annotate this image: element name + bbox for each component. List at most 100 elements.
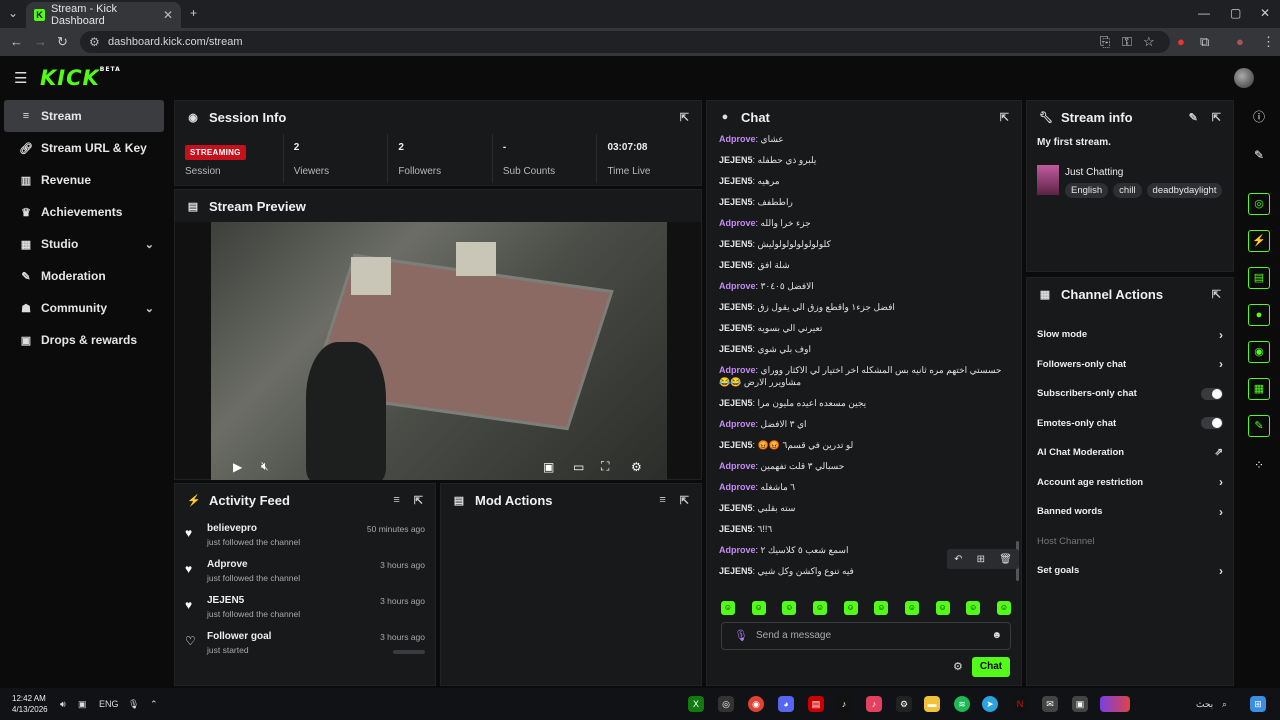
emote-icon[interactable]: ☺ (721, 601, 735, 615)
emote-icon[interactable]: ☺ (966, 601, 981, 615)
chat-input[interactable]: 🎙︎ Send a message ☻ (721, 622, 1011, 650)
session-widget-icon[interactable]: ◎ (1248, 193, 1270, 215)
info-icon[interactable]: ⓘ (1248, 106, 1270, 128)
bookmark-star-icon[interactable]: ☆ (1143, 34, 1155, 50)
chat-username[interactable]: JEJEN5 (719, 524, 753, 534)
site-info-icon[interactable]: ⚙ (89, 31, 100, 53)
ai-chat-moderation-row[interactable]: AI Chat Moderation ⇗ (1027, 438, 1233, 468)
delete-icon[interactable]: 🗑︎ (999, 554, 1012, 565)
chat-message[interactable]: Adprove: حسستي اختهم مره ثانيه بس المشكل… (707, 364, 1023, 388)
sidebar-item-stream[interactable]: ≡ Stream (4, 100, 164, 132)
chat-username[interactable]: JEJEN5 (719, 503, 753, 513)
chat-message[interactable]: Adprove: حسبالي ٣ قلت تفهمين (707, 460, 1023, 472)
chat-widget-icon[interactable]: ● (1248, 304, 1270, 326)
pin-icon[interactable]: ⊞ (977, 554, 985, 565)
password-key-icon[interactable]: ⚿ (1122, 34, 1132, 50)
tiktok-app-icon[interactable]: ♪ (836, 696, 852, 712)
chat-message[interactable]: JEJEN5: افضل جزء١ واقطع وزق الي يقول زق (707, 301, 1023, 313)
browser-menu-icon[interactable]: ⋮ (1262, 34, 1275, 50)
emote-icon[interactable]: ☺ (843, 601, 858, 615)
subscribers-only-toggle[interactable] (1201, 387, 1223, 400)
app-icon[interactable]: ◎ (718, 696, 734, 712)
hamburger-menu-icon[interactable]: ☰ (14, 69, 27, 87)
file-explorer-icon[interactable]: ▬ (924, 696, 940, 712)
edit-pencil-icon[interactable]: ✎ (1189, 111, 1198, 124)
network-icon[interactable]: ▣ (78, 699, 87, 710)
netflix-app-icon[interactable]: N (1012, 696, 1028, 712)
chat-message[interactable]: JEJEN5: تعيرني الي بسويه (707, 322, 1023, 334)
user-avatar[interactable] (1234, 68, 1254, 88)
sidebar-item-studio[interactable]: ▦ Studio ⌄ (4, 228, 164, 260)
tab-list-icon[interactable]: ⌄ (8, 6, 18, 20)
edit-pencil-icon[interactable]: ✎ (1248, 144, 1270, 166)
set-goals-row[interactable]: Set goals › (1027, 556, 1233, 586)
sidebar-item-drops-rewards[interactable]: ▣ Drops & rewards (4, 324, 164, 356)
account-age-row[interactable]: Account age restriction › (1027, 468, 1233, 498)
emote-icon[interactable]: ☺ (751, 601, 766, 615)
app-icon[interactable]: ▤ (808, 696, 824, 712)
chat-message[interactable]: JEJEN5: سته بقلبي (707, 502, 1023, 514)
chat-username[interactable]: JEJEN5 (719, 302, 753, 312)
telegram-app-icon[interactable]: ➤ (982, 696, 998, 712)
chat-username[interactable]: Adprove (719, 545, 756, 555)
chat-message-list[interactable]: Adprove: عشاي JEJEN5: يلبرو ذي حطفله JEJEN… (707, 133, 1023, 593)
mail-app-icon[interactable]: ✉ (1042, 696, 1058, 712)
send-chat-button[interactable]: Chat (972, 657, 1010, 677)
chat-username[interactable]: JEJEN5 (719, 440, 753, 450)
sidebar-item-moderation[interactable]: ✎ Moderation (4, 260, 164, 292)
pip-icon[interactable]: ▣ (543, 460, 554, 474)
chat-settings-gear-icon[interactable]: ⚙ (953, 660, 963, 673)
broadcast-widget-icon[interactable]: ◉ (1248, 341, 1270, 363)
forward-icon[interactable]: → (34, 34, 47, 49)
maximize-icon[interactable]: ▢ (1230, 6, 1241, 20)
fullscreen-icon[interactable]: ⛶ (601, 459, 609, 474)
chat-username[interactable]: JEJEN5 (719, 260, 753, 270)
search-icon[interactable]: ⌕ (1222, 699, 1227, 710)
chat-message[interactable]: JEJEN5: راططفف (707, 196, 1023, 208)
microphone-icon[interactable]: 🎙︎ (734, 623, 748, 649)
chat-message[interactable]: JEJEN5: لو تدرين في قسم٦ 😡😡 (707, 439, 1023, 451)
chat-username[interactable]: JEJEN5 (719, 197, 753, 207)
chat-username[interactable]: Adprove (719, 281, 756, 291)
chat-username[interactable]: JEJEN5 (719, 398, 753, 408)
close-window-icon[interactable]: ✕ (1260, 6, 1270, 20)
profile-icon[interactable]: ● (1236, 34, 1244, 49)
chat-username[interactable]: Adprove (719, 365, 756, 375)
sidebar-item-stream-url-key[interactable]: 🔗︎ Stream URL & Key (4, 132, 164, 164)
reply-icon[interactable]: ↶ (954, 554, 962, 565)
followers-only-row[interactable]: Followers-only chat › (1027, 350, 1233, 380)
clock[interactable]: 12:42 AM 4/13/2026 (12, 693, 48, 715)
discord-app-icon[interactable]: ◕ (778, 696, 794, 712)
chat-message[interactable]: Adprove: اي ٣ الافضل (707, 418, 1023, 430)
chat-message[interactable]: JEJEN5: مرهيه (707, 175, 1023, 187)
app-icon[interactable]: ▣ (1072, 696, 1088, 712)
popout-icon[interactable]: ⇱ (1212, 111, 1221, 124)
filter-icon[interactable]: ≡ (393, 494, 399, 506)
language-indicator[interactable]: ENG (99, 699, 119, 709)
emote-icon[interactable]: ☺ (874, 601, 889, 615)
extension-red-icon[interactable]: ● (1177, 34, 1185, 49)
play-icon[interactable]: ▶ (233, 460, 242, 474)
chat-message[interactable]: Adprove: عشاي (707, 133, 1023, 145)
chat-message[interactable]: JEJEN5: شلة افق (707, 259, 1023, 271)
chat-username[interactable]: Adprove (719, 419, 756, 429)
translate-icon[interactable]: ⎘ (1100, 34, 1110, 50)
chat-message[interactable]: JEJEN5: اوف بلي شوي (707, 343, 1023, 355)
chat-username[interactable]: JEJEN5 (719, 239, 753, 249)
browser-tab[interactable]: K Stream - Kick Dashboard ✕ (26, 2, 181, 28)
spotify-app-icon[interactable]: ≋ (954, 696, 970, 712)
chat-username[interactable]: Adprove (719, 218, 756, 228)
minimize-icon[interactable]: — (1198, 6, 1210, 20)
close-tab-icon[interactable]: ✕ (163, 8, 173, 22)
app-icon[interactable]: ♪ (866, 696, 882, 712)
slow-mode-row[interactable]: Slow mode › (1027, 320, 1233, 350)
channel-actions-widget-icon[interactable]: ▦ (1248, 378, 1270, 400)
extensions-puzzle-icon[interactable]: ⧉ (1200, 34, 1209, 50)
chat-message[interactable]: JEJEN5: كلولولولولولولوليش (707, 238, 1023, 250)
emotes-only-toggle[interactable] (1201, 417, 1223, 430)
popout-icon[interactable]: ⇱ (1000, 111, 1009, 124)
mute-icon[interactable]: 🔇︎ (261, 459, 269, 474)
chat-message[interactable]: Adprove: ٦ ماشغله (707, 481, 1023, 493)
kick-logo[interactable]: KICKBETA (40, 66, 121, 90)
sidebar-item-revenue[interactable]: ▥ Revenue (4, 164, 164, 196)
